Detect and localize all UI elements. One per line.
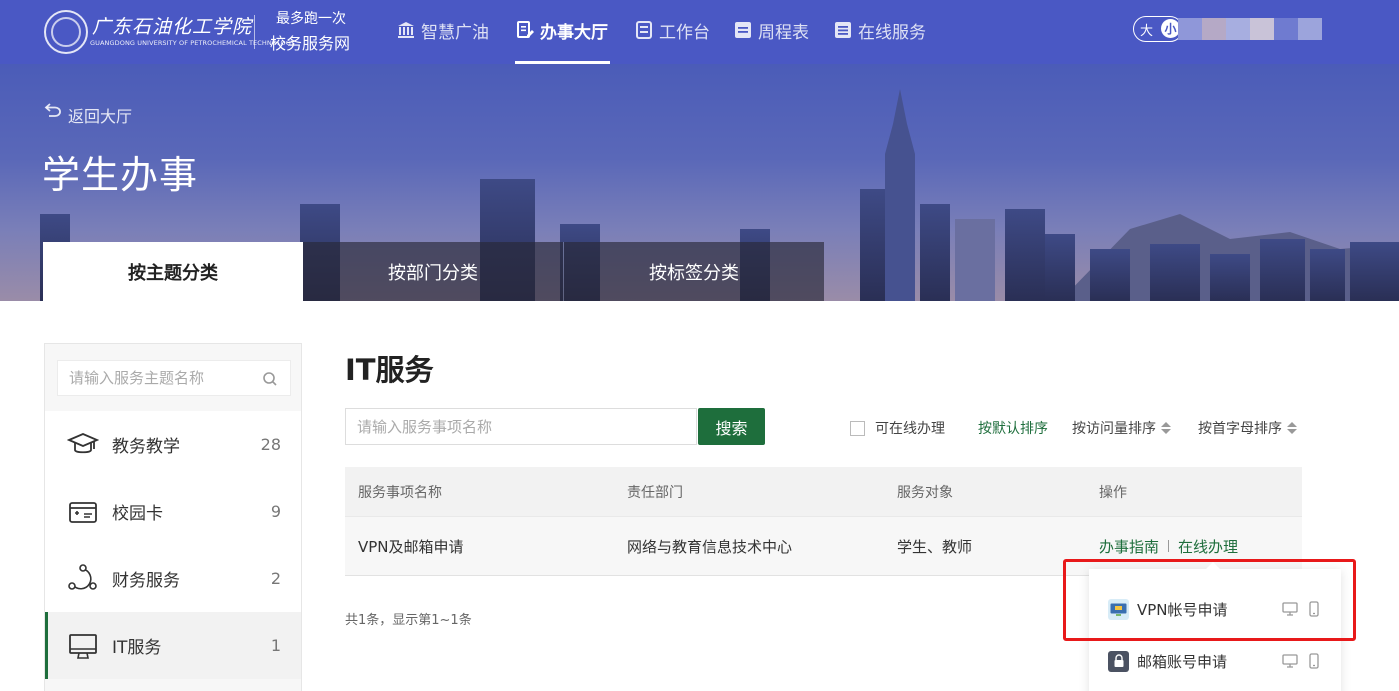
online-apply-link[interactable]: 在线办理 [1178,536,1238,557]
sidebar-item-label: 校园卡 [112,504,163,524]
banner: 返回大厅 学生办事 按主题分类 按部门分类 按标签分类 [0,64,1399,301]
sort-arrows-icon [1161,422,1171,434]
search-icon[interactable] [262,371,278,387]
pagination-info: 共1条，显示第1~1条 [345,613,472,628]
row-service-name[interactable]: VPN及邮箱申请 [358,517,464,575]
font-size-large-label: 大 [1140,23,1154,39]
sidebar-item-label: IT服务 [112,638,162,658]
online-filter-checkbox[interactable] [850,420,865,436]
return-arrow-icon [44,103,64,123]
sidebar-item-finance[interactable]: 财务服务 2 [45,545,301,612]
desktop-icon[interactable] [1282,653,1298,669]
bank-icon [396,20,416,40]
sort-by-alpha-button[interactable]: 按首字母排序 [1198,418,1297,438]
workbench-icon [634,20,654,40]
font-size-toggle[interactable]: 大 小 [1133,16,1183,42]
nav-item-smart-gdupt[interactable]: 智慧广油 [396,15,489,45]
table-header: 服务事项名称 责任部门 服务对象 操作 [345,467,1302,516]
nav-item-online-service[interactable]: 在线服务 [833,15,926,45]
sidebar-item-label: 教务教学 [112,437,180,457]
sort-default-button[interactable]: 按默认排序 [978,418,1048,438]
campus-card-icon [67,496,99,528]
sidebar-item-count: 2 [270,569,281,588]
nav-item-service-hall[interactable]: 办事大厅 [515,15,608,45]
tab-by-department[interactable]: 按部门分类 [303,242,563,301]
page-title: 学生办事 [42,153,199,197]
sidebar-search [57,360,291,396]
sidebar-item-count: 9 [270,502,281,521]
sort-by-visits-label: 按访问量排序 [1072,421,1156,437]
slogan-line-1: 最多跑一次 [276,11,346,27]
nav-item-label: 智慧广油 [421,22,489,43]
sort-by-visits-button[interactable]: 按访问量排序 [1072,418,1171,438]
row-target: 学生、教师 [897,537,973,556]
nav-item-weekly-schedule[interactable]: 周程表 [733,15,809,45]
popup-item-email[interactable]: 邮箱账号申请 [1089,636,1341,686]
header-actions: 操作 [1099,484,1127,501]
nav-item-label: 办事大厅 [540,22,608,43]
back-to-hall-link[interactable]: 返回大厅 [44,103,132,127]
nav-item-label: 工作台 [659,22,710,43]
sidebar-item-count: 1 [270,636,281,655]
action-separator [1168,540,1170,552]
header-divider [254,15,255,49]
header-service-name: 服务事项名称 [358,484,442,501]
top-navigation-bar: 广东石油化工学院 GUANGDONG UNIVERSITY OF PETROCH… [0,0,1399,64]
nav-item-label: 在线服务 [858,22,926,43]
sidebar-list: 教务教学 28 校园卡 9 财务服务 2 IT服务 1 [45,411,301,679]
search-button[interactable]: 搜索 [698,408,765,445]
header-department: 责任部门 [627,484,683,501]
mobile-icon[interactable] [1306,653,1322,669]
sidebar-item-academic[interactable]: 教务教学 28 [45,411,301,478]
sidebar-search-input[interactable] [58,369,258,387]
theme-sidebar: 教务教学 28 校园卡 9 财务服务 2 IT服务 1 [44,343,302,691]
monitor-icon [67,630,99,662]
popup-item-label: 邮箱账号申请 [1137,652,1228,671]
sidebar-item-campus-card[interactable]: 校园卡 9 [45,478,301,545]
sidebar-item-label: 财务服务 [112,571,180,591]
service-guide-link[interactable]: 办事指南 [1099,536,1159,557]
sort-arrows-icon [1287,422,1297,434]
sidebar-item-it-service[interactable]: IT服务 1 [45,612,301,679]
calendar-list-icon [733,20,753,40]
slogan-line-2: 校务服务网 [270,34,351,53]
document-edit-icon [515,20,535,40]
sidebar-item-count: 28 [260,435,281,454]
tab-by-theme[interactable]: 按主题分类 [43,242,303,301]
graduation-cap-icon [66,429,100,461]
school-name: 广东石油化工学院 [92,16,253,38]
school-logo-icon[interactable] [44,10,88,54]
online-filter[interactable]: 可在线办理 [850,418,945,438]
highlight-annotation-box [1063,559,1356,641]
school-name-english: GUANGDONG UNIVERSITY OF PETROCHEMICAL TE… [90,39,295,47]
nav-item-label: 周程表 [758,22,809,43]
service-search-input[interactable] [346,409,686,444]
lock-icon [1108,650,1129,672]
nav-item-workbench[interactable]: 工作台 [634,15,710,45]
section-title: IT服务 [345,353,434,387]
online-filter-label: 可在线办理 [875,421,945,437]
row-department: 网络与教育信息技术中心 [627,537,793,556]
tab-by-tag[interactable]: 按标签分类 [564,242,824,301]
sort-by-alpha-label: 按首字母排序 [1198,421,1282,437]
back-to-hall-label: 返回大厅 [68,107,133,126]
user-info-blurred[interactable] [1178,18,1322,40]
finance-network-icon [67,563,99,595]
service-list-icon [833,20,853,40]
service-search [345,408,697,445]
header-target: 服务对象 [897,484,953,501]
